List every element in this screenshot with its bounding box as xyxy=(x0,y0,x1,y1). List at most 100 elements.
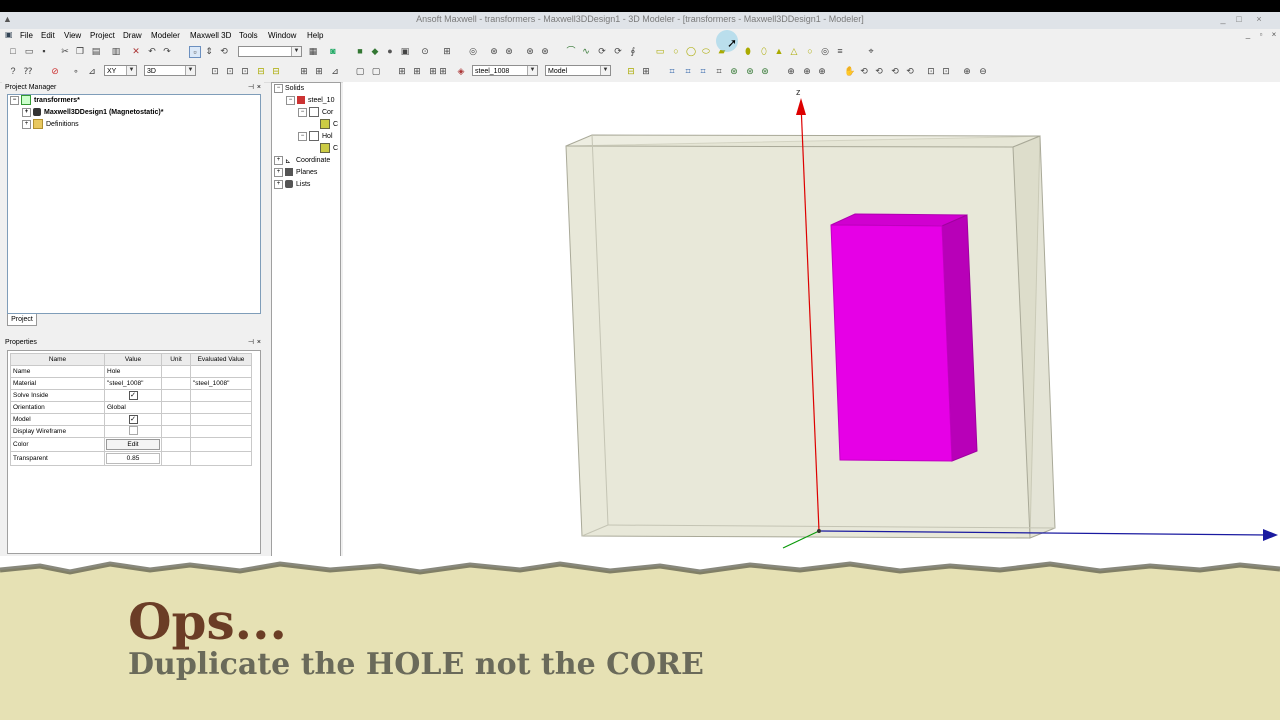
optimetrics-icon[interactable]: ⊕ xyxy=(817,66,827,76)
close-button[interactable]: × xyxy=(1252,13,1266,25)
sweep-icon[interactable]: ⊞ xyxy=(314,66,324,76)
property-row[interactable]: Color Edit xyxy=(10,437,252,452)
menu-edit[interactable]: Edit xyxy=(41,31,55,40)
unite-icon[interactable]: ▢ xyxy=(355,66,365,76)
color-edit-button[interactable]: Edit xyxy=(106,439,160,450)
save-icon[interactable]: ▪ xyxy=(39,46,49,56)
draw-helix-icon[interactable]: ◎ xyxy=(820,46,830,56)
separate-icon[interactable]: ⊞ xyxy=(438,66,448,76)
collapse-icon[interactable]: − xyxy=(298,107,307,117)
draw-torus-icon[interactable]: △ xyxy=(789,46,799,56)
minimize-button[interactable]: _ xyxy=(1216,13,1230,25)
analyze-all-icon[interactable]: ⊕ xyxy=(802,66,812,76)
property-row[interactable]: Model ✓ xyxy=(10,413,252,426)
draw-region-icon[interactable]: ⌖ xyxy=(866,46,876,56)
stop-icon[interactable]: ⊘ xyxy=(50,66,60,76)
whats-this-icon[interactable]: ⁇ xyxy=(23,66,33,76)
draw-polyhedron-icon[interactable]: ⬯ xyxy=(759,46,769,56)
assign-boundary-icon[interactable]: ⊛ xyxy=(729,66,739,76)
mirror-icon[interactable]: ⊡ xyxy=(240,66,250,76)
expand-icon[interactable]: + xyxy=(22,107,31,117)
draw-equation-icon[interactable]: ∮ xyxy=(628,46,638,56)
tree-item-hole-op[interactable]: C xyxy=(272,143,340,155)
plane-combo[interactable]: XY ▼ xyxy=(104,65,137,76)
view-icon-3[interactable]: ⊛ xyxy=(504,46,514,56)
open-folder-icon[interactable]: ▭ xyxy=(24,46,34,56)
mdi-minimize-button[interactable]: _ xyxy=(1242,30,1254,40)
collapse-icon[interactable]: − xyxy=(274,83,283,93)
cylinder-icon[interactable]: ◆ xyxy=(370,46,380,56)
split-icon[interactable]: ⊞ xyxy=(412,66,422,76)
duplicate-icon[interactable]: ⊟ xyxy=(256,66,266,76)
rotate-view4-icon[interactable]: ⟲ xyxy=(905,66,915,76)
selection-combo[interactable]: ▼ xyxy=(238,46,302,57)
tree-item-material[interactable]: − steel_10 xyxy=(272,95,340,107)
tree-item-solids[interactable]: − Solids xyxy=(272,83,340,95)
report-icon[interactable]: ▣ xyxy=(400,46,410,56)
draw-circle-icon[interactable]: ○ xyxy=(671,46,681,56)
menu-view[interactable]: View xyxy=(64,31,81,40)
fit-view-icon[interactable]: ⊙ xyxy=(420,46,430,56)
modeler-viewport[interactable]: z xyxy=(343,82,1280,562)
grid-icon[interactable]: ▦ xyxy=(308,46,318,56)
hand-pan-icon[interactable]: ✋ xyxy=(844,66,855,76)
tree-item-definitions[interactable]: + Definitions xyxy=(8,119,260,131)
menu-file[interactable]: File xyxy=(20,31,33,40)
property-row[interactable]: Material "steel_1008" "steel_1008" xyxy=(10,377,252,390)
draw-arc2-icon[interactable]: ⟳ xyxy=(613,46,623,56)
validate-icon[interactable]: ◙ xyxy=(328,46,338,56)
rotate-view3-icon[interactable]: ⟲ xyxy=(890,66,900,76)
menu-maxwell3d[interactable]: Maxwell 3D xyxy=(190,31,231,40)
property-row[interactable]: Transparent 0.85 xyxy=(10,451,252,466)
material-icon[interactable]: ◈ xyxy=(456,66,466,76)
solve-inside-checkbox[interactable]: ✓ xyxy=(128,391,138,400)
menu-modeler[interactable]: Modeler xyxy=(151,31,180,40)
new-file-icon[interactable]: □ xyxy=(8,46,18,56)
transparent-field[interactable]: 0.85 xyxy=(106,453,160,464)
tree-item-hole[interactable]: − Hol xyxy=(272,131,340,143)
sphere-icon[interactable]: ● xyxy=(385,46,395,56)
coordinate-icon[interactable]: ⊿ xyxy=(87,66,97,76)
tab-project[interactable]: Project xyxy=(7,314,37,326)
document-icon[interactable]: ▣ xyxy=(5,30,14,39)
delete-icon[interactable]: ✕ xyxy=(131,46,141,56)
tree-item-core[interactable]: − Cor xyxy=(272,107,340,119)
panel-close-icon[interactable]: × xyxy=(257,82,261,93)
collapse-icon[interactable]: − xyxy=(286,95,295,105)
view-icon-2[interactable]: ⊛ xyxy=(489,46,499,56)
draw-spline-icon[interactable]: ∿ xyxy=(581,46,591,56)
property-value[interactable]: Hole xyxy=(104,365,162,378)
fit-all-icon[interactable]: ⊡ xyxy=(926,66,936,76)
menu-project[interactable]: Project xyxy=(90,31,115,40)
draw-regular-polygon-icon[interactable]: ⬭ xyxy=(701,46,711,56)
help-icon[interactable]: ? xyxy=(8,66,18,76)
panel-close-icon[interactable]: × xyxy=(257,337,261,348)
property-row[interactable]: Solve Inside ✓ xyxy=(10,389,252,402)
collapse-icon[interactable]: − xyxy=(10,95,19,105)
property-row[interactable]: Display Wireframe xyxy=(10,425,252,438)
pan-icon[interactable]: ⇕ xyxy=(204,46,214,56)
select-object-icon[interactable]: ⌗ xyxy=(667,66,677,76)
intersect-icon[interactable]: ⊞ xyxy=(397,66,407,76)
select-icon[interactable]: ▫ xyxy=(189,46,201,58)
draw-bondwire-icon[interactable]: ≡ xyxy=(835,46,845,56)
expand-icon[interactable]: + xyxy=(274,167,283,177)
paste-icon[interactable]: ▤ xyxy=(91,46,101,56)
expand-icon[interactable]: + xyxy=(274,179,283,189)
view-icon-5[interactable]: ⊛ xyxy=(540,46,550,56)
model-checkbox[interactable]: ✓ xyxy=(128,415,138,424)
measure-icon[interactable]: ⊞ xyxy=(442,46,452,56)
mode-combo[interactable]: 3D ▼ xyxy=(144,65,196,76)
cover-icon[interactable]: ⊿ xyxy=(330,66,340,76)
menu-draw[interactable]: Draw xyxy=(123,31,142,40)
fit-selection-icon[interactable]: ⊡ xyxy=(941,66,951,76)
tree-item-design[interactable]: + Maxwell3DDesign1 (Magnetostatic)* xyxy=(8,107,260,119)
tree-item-project[interactable]: − transformers* xyxy=(8,95,260,107)
select-edge-icon[interactable]: ⌗ xyxy=(698,66,708,76)
tree-item-coordinate[interactable]: + ⊾ Coordinate xyxy=(272,155,340,167)
model-combo[interactable]: Model ▼ xyxy=(545,65,611,76)
zoom-in-icon[interactable]: ⊕ xyxy=(962,66,972,76)
copy-icon[interactable]: ❐ xyxy=(75,46,85,56)
draw-ellipse-icon[interactable]: ◯ xyxy=(686,46,696,56)
draw-rectangle-icon[interactable]: ▭ xyxy=(655,46,665,56)
